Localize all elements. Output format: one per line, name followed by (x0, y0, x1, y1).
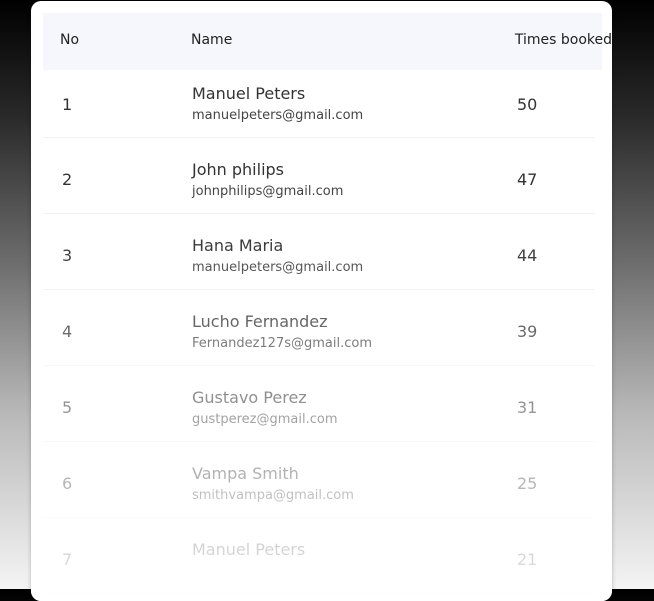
customer-name: Manuel Peters (192, 84, 306, 103)
customer-email: Fernandez127s@gmail.com (192, 336, 372, 351)
row-number: 2 (62, 170, 73, 189)
table-header: No Name Times booked (43, 13, 612, 70)
times-booked-value: 47 (517, 170, 538, 189)
customer-name: Hana Maria (192, 236, 284, 255)
customer-email: manuelpeters@gmail.com (192, 108, 364, 123)
row-number: 5 (62, 398, 73, 417)
table-row[interactable]: 2 John philips johnphilips@gmail.com 47 (43, 138, 595, 214)
customer-email: gustperez@gmail.com (192, 412, 338, 427)
times-booked-value: 21 (517, 550, 538, 569)
times-booked-value: 50 (517, 95, 538, 114)
row-number: 1 (62, 95, 73, 114)
customer-email: johnphilips@gmail.com (192, 184, 344, 199)
customer-name: Manuel Peters (192, 540, 306, 559)
header-no: No (60, 32, 80, 48)
customer-name: John philips (192, 160, 284, 179)
header-times-booked: Times booked (514, 32, 612, 48)
table-row[interactable]: 6 Vampa Smith smithvampa@gmail.com 25 (43, 442, 595, 518)
table-row[interactable]: 4 Lucho Fernandez Fernandez127s@gmail.co… (43, 290, 595, 366)
customer-email: smithvampa@gmail.com (192, 488, 354, 503)
table-row[interactable]: 1 Manuel Peters manuelpeters@gmail.com 5… (43, 70, 595, 138)
customer-name: Gustavo Perez (192, 388, 307, 407)
row-number: 3 (62, 246, 73, 265)
table-row[interactable]: 5 Gustavo Perez gustperez@gmail.com 31 (43, 366, 595, 442)
times-booked-value: 44 (517, 246, 538, 265)
customer-name: Vampa Smith (192, 464, 299, 483)
times-booked-value: 31 (517, 398, 538, 417)
row-number: 4 (62, 322, 73, 341)
table-row[interactable]: 7 Manuel Peters 21 (43, 518, 595, 594)
table-body: 1 Manuel Peters manuelpeters@gmail.com 5… (43, 70, 595, 594)
bookings-table-card: No Name Times booked 1 Manuel Peters man… (31, 1, 612, 601)
times-booked-value: 39 (517, 322, 538, 341)
customer-email: manuelpeters@gmail.com (192, 260, 364, 275)
header-name: Name (191, 32, 233, 48)
customer-name: Lucho Fernandez (192, 312, 328, 331)
row-number: 6 (62, 474, 73, 493)
times-booked-value: 25 (517, 474, 538, 493)
row-number: 7 (62, 550, 73, 569)
table-row[interactable]: 3 Hana Maria manuelpeters@gmail.com 44 (43, 214, 595, 290)
